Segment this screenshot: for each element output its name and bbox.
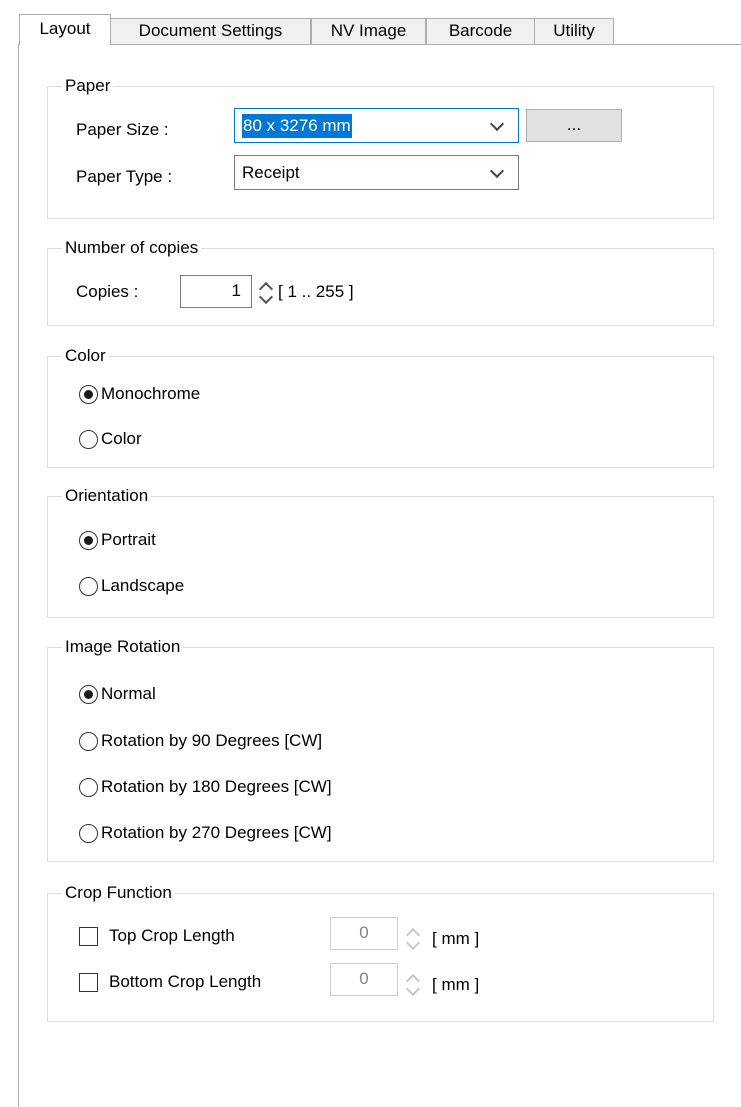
tab-document-settings[interactable]: Document Settings (110, 18, 311, 44)
top-crop-input[interactable]: 0 (330, 917, 398, 950)
radio-selected-dot (84, 390, 93, 399)
radio-monochrome-label[interactable]: Monochrome (101, 382, 200, 406)
color-group: Color Monochrome Color (47, 344, 714, 468)
radio-portrait-label[interactable]: Portrait (101, 528, 156, 552)
radio-rotation-180[interactable] (79, 778, 98, 797)
paper-size-label: Paper Size : (76, 120, 169, 139)
orientation-group: Orientation Portrait Landscape (47, 484, 714, 618)
radio-rotation-270-label[interactable]: Rotation by 270 Degrees [CW] (101, 821, 332, 845)
paper-type-label: Paper Type : (76, 167, 173, 186)
radio-monochrome[interactable] (79, 385, 98, 404)
copies-range: [ 1 .. 255 ] (278, 282, 354, 301)
radio-rotation-270[interactable] (79, 824, 98, 843)
radio-rotation-90-label[interactable]: Rotation by 90 Degrees [CW] (101, 729, 322, 753)
copies-group: Number of copies Copies : 1 [ 1 .. 255 ] (47, 236, 714, 326)
radio-color[interactable] (79, 430, 98, 449)
tab-layout[interactable]: Layout (19, 14, 111, 45)
copies-input[interactable]: 1 (180, 275, 252, 308)
tab-nv-image[interactable]: NV Image (311, 18, 426, 44)
paper-group-title: Paper (62, 74, 114, 98)
radio-landscape[interactable] (79, 577, 98, 596)
image-rotation-group: Image Rotation Normal Rotation by 90 Deg… (47, 635, 714, 862)
radio-landscape-label[interactable]: Landscape (101, 574, 184, 598)
paper-type-value: Receipt (242, 163, 300, 182)
radio-rotation-90[interactable] (79, 732, 98, 751)
image-rotation-group-title: Image Rotation (62, 635, 184, 659)
radio-color-label[interactable]: Color (101, 427, 142, 451)
bottom-crop-unit: [ mm ] (432, 975, 480, 994)
paper-group: Paper Paper Size : 80 x 3276 mm ... Pape… (47, 74, 714, 219)
orientation-group-title: Orientation (62, 484, 152, 508)
checkbox-bottom-crop-label[interactable]: Bottom Crop Length (109, 970, 261, 994)
top-crop-unit: [ mm ] (432, 929, 480, 948)
chevron-down-icon (489, 163, 505, 179)
radio-portrait[interactable] (79, 531, 98, 550)
paper-size-browse-button[interactable]: ... (526, 109, 622, 142)
paper-size-value: 80 x 3276 mm (242, 114, 352, 138)
tab-utility[interactable]: Utility (534, 18, 614, 44)
tab-barcode[interactable]: Barcode (426, 18, 535, 44)
chevron-down-icon (489, 116, 505, 132)
radio-rotation-180-label[interactable]: Rotation by 180 Degrees [CW] (101, 775, 332, 799)
copies-label: Copies : (76, 282, 139, 301)
checkbox-bottom-crop[interactable] (79, 973, 98, 992)
crop-function-group: Crop Function Top Crop Length 0 [ mm ] B… (47, 881, 714, 1022)
tab-strip: Layout Document Settings NV Image Barcod… (0, 0, 741, 45)
radio-selected-dot (84, 690, 93, 699)
copies-spinner[interactable] (256, 277, 274, 307)
bottom-crop-spinner[interactable] (403, 969, 421, 999)
radio-rotation-normal[interactable] (79, 685, 98, 704)
top-crop-spinner[interactable] (403, 923, 421, 953)
copies-group-title: Number of copies (62, 236, 202, 260)
checkbox-top-crop[interactable] (79, 927, 98, 946)
crop-function-group-title: Crop Function (62, 881, 175, 905)
paper-type-select[interactable]: Receipt (234, 155, 519, 190)
checkbox-top-crop-label[interactable]: Top Crop Length (109, 924, 235, 948)
paper-size-select[interactable]: 80 x 3276 mm (234, 108, 519, 143)
radio-rotation-normal-label[interactable]: Normal (101, 682, 156, 706)
bottom-crop-input[interactable]: 0 (330, 963, 398, 996)
radio-selected-dot (84, 536, 93, 545)
color-group-title: Color (62, 344, 109, 368)
